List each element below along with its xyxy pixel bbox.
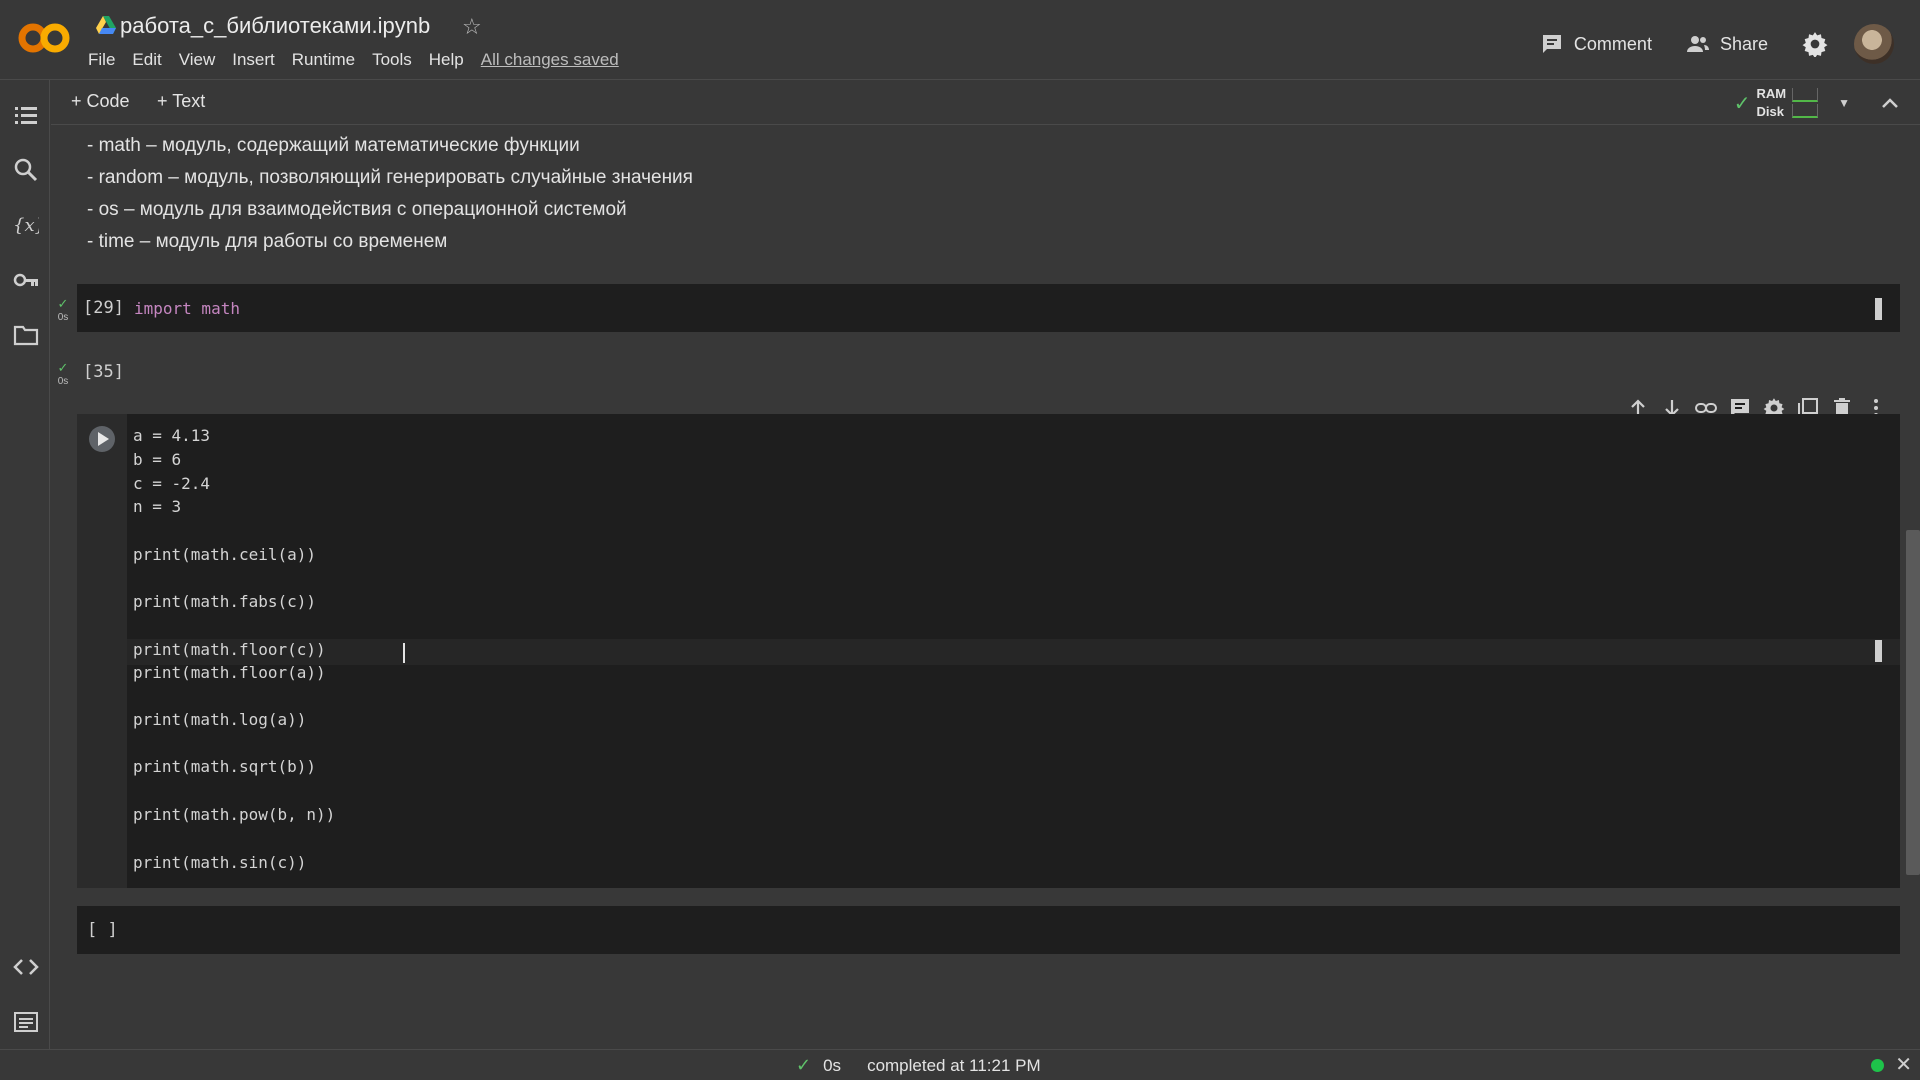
people-icon bbox=[1686, 36, 1709, 52]
menu-edit[interactable]: Edit bbox=[132, 50, 170, 70]
code-line[interactable]: b = 6 bbox=[133, 450, 181, 469]
code-line[interactable]: import math bbox=[134, 299, 240, 318]
code-line[interactable]: print(math.log(a)) bbox=[133, 710, 306, 729]
menu-tools[interactable]: Tools bbox=[372, 50, 421, 70]
execution-count: [29] bbox=[83, 298, 124, 318]
notebook-toolbar: + Code + Text ✓ RAM Disk ▼ bbox=[51, 81, 1920, 125]
status-duration: 0s bbox=[823, 1055, 842, 1075]
page-scrollbar[interactable] bbox=[1906, 530, 1920, 875]
save-status[interactable]: All changes saved bbox=[481, 50, 628, 70]
cell-duration: 0s bbox=[57, 376, 69, 387]
comment-icon bbox=[1542, 35, 1561, 53]
key-icon[interactable] bbox=[13, 267, 39, 293]
resource-labels: RAM Disk bbox=[1757, 85, 1787, 121]
cell-run-status: ✓ 0s bbox=[56, 296, 70, 323]
run-cell-button[interactable] bbox=[89, 426, 115, 452]
code-line[interactable]: print(math.floor(a)) bbox=[133, 663, 326, 682]
execution-count: [ ] bbox=[87, 920, 118, 940]
status-completed: completed at 11:21 PM bbox=[867, 1055, 1041, 1075]
check-icon: ✓ bbox=[796, 1055, 812, 1075]
code-cell[interactable]: [29] import math bbox=[77, 284, 1900, 332]
dropdown-caret-icon[interactable]: ▼ bbox=[1838, 96, 1850, 110]
terminal-icon[interactable] bbox=[13, 1009, 39, 1035]
code-line[interactable]: print(math.pow(b, n)) bbox=[133, 805, 335, 824]
menu-runtime[interactable]: Runtime bbox=[292, 50, 364, 70]
ram-bar bbox=[1792, 88, 1819, 102]
menu-insert[interactable]: Insert bbox=[232, 50, 284, 70]
ram-label: RAM bbox=[1756, 86, 1787, 101]
disk-label: Disk bbox=[1756, 104, 1784, 119]
add-code-button[interactable]: + Code bbox=[71, 91, 130, 112]
status-bar: ✓ 0s completed at 11:21 PM ✕ bbox=[0, 1049, 1920, 1080]
menu-help[interactable]: Help bbox=[429, 50, 473, 70]
cell-run-status: ✓ 0s bbox=[56, 360, 70, 387]
drive-icon bbox=[96, 16, 116, 34]
connection-status-icon bbox=[1871, 1059, 1884, 1072]
star-icon[interactable]: ☆ bbox=[462, 14, 482, 40]
cell-scroll-marker bbox=[1875, 298, 1882, 320]
variables-icon[interactable]: {x} bbox=[13, 212, 39, 238]
comment-button[interactable]: Comment bbox=[1540, 32, 1652, 56]
cell-duration: 0s bbox=[57, 312, 69, 323]
code-line[interactable]: print(math.sin(c)) bbox=[133, 853, 306, 872]
user-avatar[interactable] bbox=[1854, 24, 1894, 64]
connected-check-icon: ✓ bbox=[1733, 92, 1751, 115]
active-line-highlight bbox=[127, 639, 1900, 665]
add-text-button[interactable]: + Text bbox=[157, 91, 205, 112]
cell-scroll-marker bbox=[1875, 640, 1882, 662]
menu-bar: File Edit View Insert Runtime Tools Help… bbox=[88, 50, 636, 70]
left-sidebar: {x} bbox=[0, 80, 50, 1049]
colab-logo-icon[interactable] bbox=[18, 20, 70, 56]
code-line[interactable]: a = 4.13 bbox=[133, 426, 210, 445]
close-icon[interactable]: ✕ bbox=[1895, 1052, 1912, 1077]
code-line[interactable]: print(math.sqrt(b)) bbox=[133, 757, 316, 776]
code-line[interactable]: n = 3 bbox=[133, 497, 181, 516]
check-icon: ✓ bbox=[57, 296, 69, 311]
execution-status[interactable]: ✓ 0s completed at 11:21 PM bbox=[796, 1055, 1041, 1076]
active-code-cell[interactable]: a = 4.13 b = 6 c = -2.4 n = 3 print(math… bbox=[77, 414, 1900, 888]
header: работа_с_библиотеками.ipynb ☆ File Edit … bbox=[0, 0, 1920, 80]
text-cursor bbox=[403, 643, 405, 663]
folder-icon[interactable] bbox=[13, 322, 39, 348]
markdown-line: - random – модуль, позволяющий генериров… bbox=[87, 167, 693, 188]
svg-text:{x}: {x} bbox=[13, 215, 39, 236]
share-button[interactable]: Share bbox=[1686, 32, 1768, 56]
notebook-title[interactable]: работа_с_библиотеками.ipynb bbox=[120, 13, 430, 39]
header-actions: Comment Share bbox=[1540, 24, 1894, 64]
menu-view[interactable]: View bbox=[179, 50, 225, 70]
resources-indicator[interactable]: ✓ RAM Disk ▼ bbox=[1734, 85, 1850, 121]
markdown-line: - os – модуль для взаимодействия с опера… bbox=[87, 199, 627, 220]
check-icon: ✓ bbox=[57, 360, 69, 375]
table-of-contents-icon[interactable] bbox=[13, 102, 39, 128]
cell-gutter bbox=[77, 414, 127, 888]
disk-bar bbox=[1792, 104, 1819, 118]
search-icon[interactable] bbox=[13, 157, 39, 183]
menu-file[interactable]: File bbox=[88, 50, 124, 70]
code-snippets-icon[interactable] bbox=[13, 954, 39, 980]
code-line[interactable]: print(math.floor(c)) bbox=[133, 640, 326, 659]
execution-count: [35] bbox=[83, 362, 124, 382]
markdown-line: - time – модуль для работы со временем bbox=[87, 231, 448, 252]
code-line[interactable]: print(math.ceil(a)) bbox=[133, 545, 316, 564]
settings-gear-icon[interactable] bbox=[1802, 31, 1828, 57]
share-label: Share bbox=[1719, 33, 1768, 54]
code-line[interactable]: print(math.fabs(c)) bbox=[133, 592, 316, 611]
empty-code-cell[interactable]: [ ] bbox=[77, 906, 1900, 954]
code-line[interactable]: c = -2.4 bbox=[133, 474, 210, 493]
chevron-up-icon[interactable] bbox=[1880, 93, 1900, 113]
markdown-line: - math – модуль, содержащий математическ… bbox=[87, 135, 580, 156]
comment-label: Comment bbox=[1573, 33, 1652, 54]
resource-bars bbox=[1792, 86, 1819, 120]
collapsed-cell[interactable]: [35] bbox=[77, 348, 1900, 398]
